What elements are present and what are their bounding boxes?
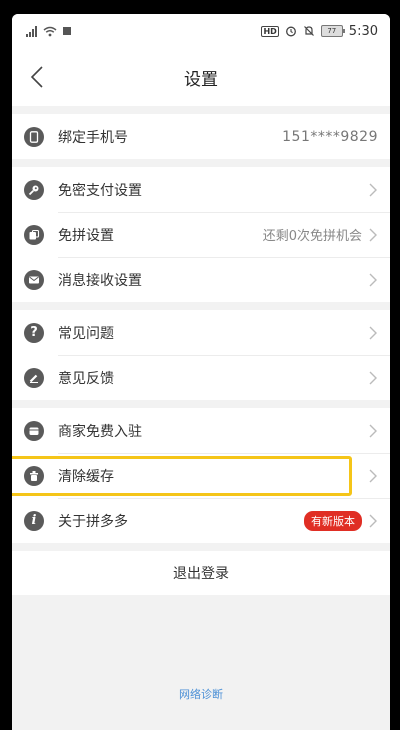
status-time: 5:30: [348, 23, 378, 39]
setting-bind-phone[interactable]: 绑定手机号 151****9829: [12, 114, 390, 159]
settings-group-help: ? 常见问题 意见反馈: [12, 310, 390, 400]
chevron-right-icon: [369, 469, 377, 482]
logout-button[interactable]: 退出登录: [12, 551, 390, 595]
setting-feedback[interactable]: 意见反馈: [12, 355, 390, 400]
setting-label: 消息接收设置: [58, 272, 142, 289]
free-group-remaining: 还剩0次免拼机会: [262, 229, 362, 244]
nav-header: 设置: [12, 48, 390, 106]
chevron-right-icon: [369, 371, 377, 384]
setting-clear-cache[interactable]: 清除缓存: [12, 453, 390, 498]
setting-label: 清除缓存: [58, 468, 114, 485]
setting-label: 免密支付设置: [58, 182, 142, 199]
status-left: [26, 25, 71, 37]
setting-faq[interactable]: ? 常见问题: [12, 310, 390, 355]
setting-label: 关于拼多多: [58, 513, 128, 530]
setting-label: 常见问题: [58, 325, 114, 342]
phone-number-value: 151****9829: [282, 128, 378, 145]
notification-square-icon: [63, 27, 71, 35]
setting-message-receive[interactable]: 消息接收设置: [12, 257, 390, 302]
chevron-left-icon: [30, 66, 43, 88]
phone-icon: [24, 126, 44, 147]
mute-icon: [303, 26, 314, 36]
trash-icon: [24, 465, 44, 486]
settings-group-payment: 免密支付设置 免拼设置 还剩0次免拼机会 消息接收设置: [12, 167, 390, 302]
mail-icon: [24, 269, 44, 290]
status-right: HD 77 5:30: [261, 24, 378, 39]
setting-free-group[interactable]: 免拼设置 还剩0次免拼机会: [12, 212, 390, 257]
alarm-icon: [285, 26, 296, 37]
chevron-right-icon: [369, 273, 377, 286]
setting-label: 绑定手机号: [58, 129, 128, 146]
settings-group-account: 绑定手机号 151****9829: [12, 114, 390, 159]
signal-icon: [26, 25, 37, 37]
setting-label: 商家免费入驻: [58, 423, 142, 440]
chevron-right-icon: [369, 424, 377, 437]
page-title: 设置: [184, 69, 218, 90]
setting-about[interactable]: i 关于拼多多 有新版本: [12, 498, 390, 543]
hd-indicator: HD: [261, 25, 279, 37]
pen-icon: [24, 367, 44, 388]
chevron-right-icon: [369, 514, 377, 527]
phone-screen: HD 77 5:30 设置 绑定手机号 151****9829 免密支付设置 免…: [12, 14, 390, 730]
store-icon: [24, 420, 44, 441]
info-icon: i: [24, 510, 44, 531]
coupon-icon: [24, 224, 44, 245]
battery-indicator: 77: [320, 25, 345, 37]
chevron-right-icon: [369, 183, 377, 196]
question-icon: ?: [24, 322, 44, 343]
setting-merchant-join[interactable]: 商家免费入驻: [12, 408, 390, 453]
status-bar: HD 77 5:30: [12, 14, 390, 48]
setting-label: 意见反馈: [58, 370, 114, 387]
chevron-right-icon: [369, 228, 377, 241]
wifi-icon: [43, 26, 57, 36]
key-icon: [24, 179, 44, 200]
chevron-right-icon: [369, 326, 377, 339]
setting-label: 免拼设置: [58, 227, 114, 244]
back-button[interactable]: [20, 60, 54, 94]
setting-password-free-pay[interactable]: 免密支付设置: [12, 167, 390, 212]
settings-group-misc: 商家免费入驻 清除缓存 i 关于拼多多 有新版本: [12, 408, 390, 543]
new-version-badge: 有新版本: [304, 510, 362, 531]
network-diagnosis-link[interactable]: 网络诊断: [12, 686, 390, 702]
